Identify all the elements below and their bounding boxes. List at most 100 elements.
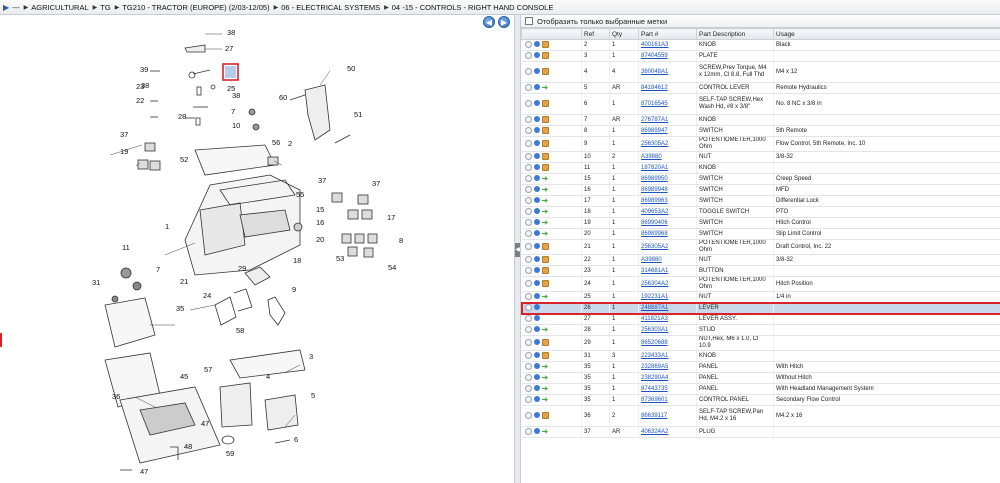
- parts-table-row[interactable]: 23 1 314681A1 BUTTON: [521, 265, 1000, 277]
- add-to-cart-icon[interactable]: [541, 242, 549, 250]
- info-icon[interactable]: [533, 52, 540, 59]
- info-icon[interactable]: [533, 315, 540, 322]
- select-radio-icon[interactable]: [524, 185, 532, 193]
- callout-label[interactable]: 5: [311, 391, 315, 400]
- select-radio-icon[interactable]: [524, 314, 532, 322]
- parts-table-row[interactable]: 9 1 256305A2 POTENTIOMETER,1000 Ohm Flow Con…: [521, 136, 1000, 152]
- add-to-cart-icon[interactable]: [541, 411, 549, 419]
- ref-column-header[interactable]: Ref: [581, 28, 610, 40]
- add-to-cart-icon[interactable]: [541, 255, 549, 263]
- select-radio-icon[interactable]: [524, 411, 532, 419]
- select-radio-icon[interactable]: [524, 373, 532, 381]
- exploded-diagram-pane[interactable]: ◀ ▶ 38 27 39 50 23 38 25 38 22 60 7 28 1…: [0, 15, 514, 483]
- callout-label[interactable]: 39: [140, 65, 148, 74]
- info-icon[interactable]: [533, 175, 540, 182]
- part-number-link[interactable]: 87016545: [641, 101, 668, 107]
- parts-table-row[interactable]: ➜ 19 1 86990406 SWITCH Hitch Control: [521, 217, 1000, 229]
- part-number-link[interactable]: 314681A1: [641, 268, 668, 274]
- select-radio-icon[interactable]: [524, 51, 532, 59]
- pane-splitter[interactable]: ◀: [514, 15, 521, 483]
- info-icon[interactable]: [533, 428, 540, 435]
- callout-label[interactable]: 27: [225, 44, 233, 53]
- part-number-link[interactable]: A39880: [641, 154, 662, 160]
- parts-table-row[interactable]: 8 1 86989947 SWITCH 5th Remote: [521, 125, 1000, 137]
- select-radio-icon[interactable]: [524, 292, 532, 300]
- info-icon[interactable]: [533, 208, 540, 215]
- callout-label[interactable]: 38: [227, 28, 235, 37]
- parts-table-row[interactable]: ➜ 15 1 86989950 SWITCH Creep Speed: [521, 173, 1000, 185]
- breadcrumb-item[interactable]: TG210 - TRACTOR (EUROPE) (2/03-12/05): [122, 3, 269, 12]
- callout-label[interactable]: 56: [272, 138, 280, 147]
- select-radio-icon[interactable]: [524, 99, 532, 107]
- callout-label[interactable]: 37: [318, 176, 326, 185]
- part-number-link[interactable]: 256303A1: [641, 327, 668, 333]
- callout-label[interactable]: 35: [176, 304, 184, 313]
- select-radio-icon[interactable]: [524, 279, 532, 287]
- part-number-link[interactable]: 87369601: [641, 397, 668, 403]
- select-radio-icon[interactable]: [524, 115, 532, 123]
- parts-table-row[interactable]: 7 AR 276787A1 KNOB: [521, 114, 1000, 126]
- callout-label[interactable]: 10: [232, 121, 240, 130]
- info-icon[interactable]: [533, 339, 540, 346]
- select-radio-icon[interactable]: [524, 362, 532, 370]
- callout-label[interactable]: 48: [184, 442, 192, 451]
- goto-assembly-arrow-icon[interactable]: ➜: [542, 373, 549, 381]
- select-radio-icon[interactable]: [524, 427, 532, 435]
- parts-table-row[interactable]: ➜ 16 1 86989948 SWITCH MFD: [521, 184, 1000, 196]
- select-radio-icon[interactable]: [524, 325, 532, 333]
- callout-label[interactable]: 52: [180, 155, 188, 164]
- callout-label[interactable]: 55: [296, 190, 304, 199]
- parts-table-row[interactable]: 27 1 411821A3 LEVER ASSY.: [521, 313, 1000, 325]
- part-number-link[interactable]: 223433A1: [641, 353, 668, 359]
- parts-table-row[interactable]: 4 4 360048A1 SCREW,Prev Torque, M4 x 12mm, …: [521, 61, 1000, 83]
- select-radio-icon[interactable]: [524, 139, 532, 147]
- info-icon[interactable]: [533, 363, 540, 370]
- parts-table-row[interactable]: ➜ 37 AR 406324A2 PLUG: [521, 426, 1000, 438]
- part-number-link[interactable]: 248887A1: [641, 305, 668, 311]
- info-icon[interactable]: [533, 352, 540, 359]
- callout-label[interactable]: 37: [372, 179, 380, 188]
- select-radio-icon[interactable]: [524, 126, 532, 134]
- part-number-link[interactable]: 87404559: [641, 53, 668, 59]
- callout-label[interactable]: 2: [288, 139, 292, 148]
- parts-table-row[interactable]: ➜ 35 1 238290A4 PANEL Without Hitch: [521, 372, 1000, 384]
- goto-assembly-arrow-icon[interactable]: ➜: [542, 218, 549, 226]
- info-icon[interactable]: [533, 230, 540, 237]
- add-to-cart-icon[interactable]: [541, 40, 549, 48]
- goto-assembly-arrow-icon[interactable]: ➜: [542, 362, 549, 370]
- info-icon[interactable]: [533, 267, 540, 274]
- callout-label[interactable]: 9: [292, 285, 296, 294]
- callout-label[interactable]: 58: [236, 326, 244, 335]
- add-to-cart-icon[interactable]: [541, 67, 549, 75]
- goto-assembly-arrow-icon[interactable]: ➜: [542, 196, 549, 204]
- parts-table-row[interactable]: 31 3 223433A1 KNOB: [521, 350, 1000, 362]
- select-radio-icon[interactable]: [524, 338, 532, 346]
- info-icon[interactable]: [533, 127, 540, 134]
- callout-label[interactable]: 29: [238, 264, 246, 273]
- info-icon[interactable]: [533, 374, 540, 381]
- callout-label[interactable]: 31: [92, 278, 100, 287]
- part-number-link[interactable]: 406324A2: [641, 429, 668, 435]
- parts-table-row[interactable]: ➜ 17 1 86989963 SWITCH Differential Lock: [521, 195, 1000, 207]
- description-column-header[interactable]: Part Description: [696, 28, 774, 40]
- select-radio-icon[interactable]: [524, 196, 532, 204]
- select-radio-icon[interactable]: [524, 395, 532, 403]
- callout-label[interactable]: 16: [316, 218, 324, 227]
- info-icon[interactable]: [533, 41, 540, 48]
- add-to-cart-icon[interactable]: [541, 115, 549, 123]
- home-arrow-icon[interactable]: ▶: [3, 3, 9, 12]
- callout-label[interactable]: 38: [232, 91, 240, 100]
- parts-table-row[interactable]: ➜ 28 1 256303A1 STUD: [521, 324, 1000, 336]
- info-icon[interactable]: [533, 140, 540, 147]
- callout-label[interactable]: 53: [336, 254, 344, 263]
- part-number-column-header[interactable]: Part #: [638, 28, 697, 40]
- callout-label[interactable]: 28: [178, 112, 186, 121]
- callout-label[interactable]: 17: [387, 213, 395, 222]
- part-number-link[interactable]: 232869A5: [641, 364, 668, 370]
- callout-label[interactable]: 7: [156, 265, 160, 274]
- part-number-link[interactable]: 86989963: [641, 198, 668, 204]
- callout-label[interactable]: 57: [204, 365, 212, 374]
- callout-label[interactable]: 45: [180, 372, 188, 381]
- part-number-link[interactable]: 86989968: [641, 231, 668, 237]
- select-radio-icon[interactable]: [524, 229, 532, 237]
